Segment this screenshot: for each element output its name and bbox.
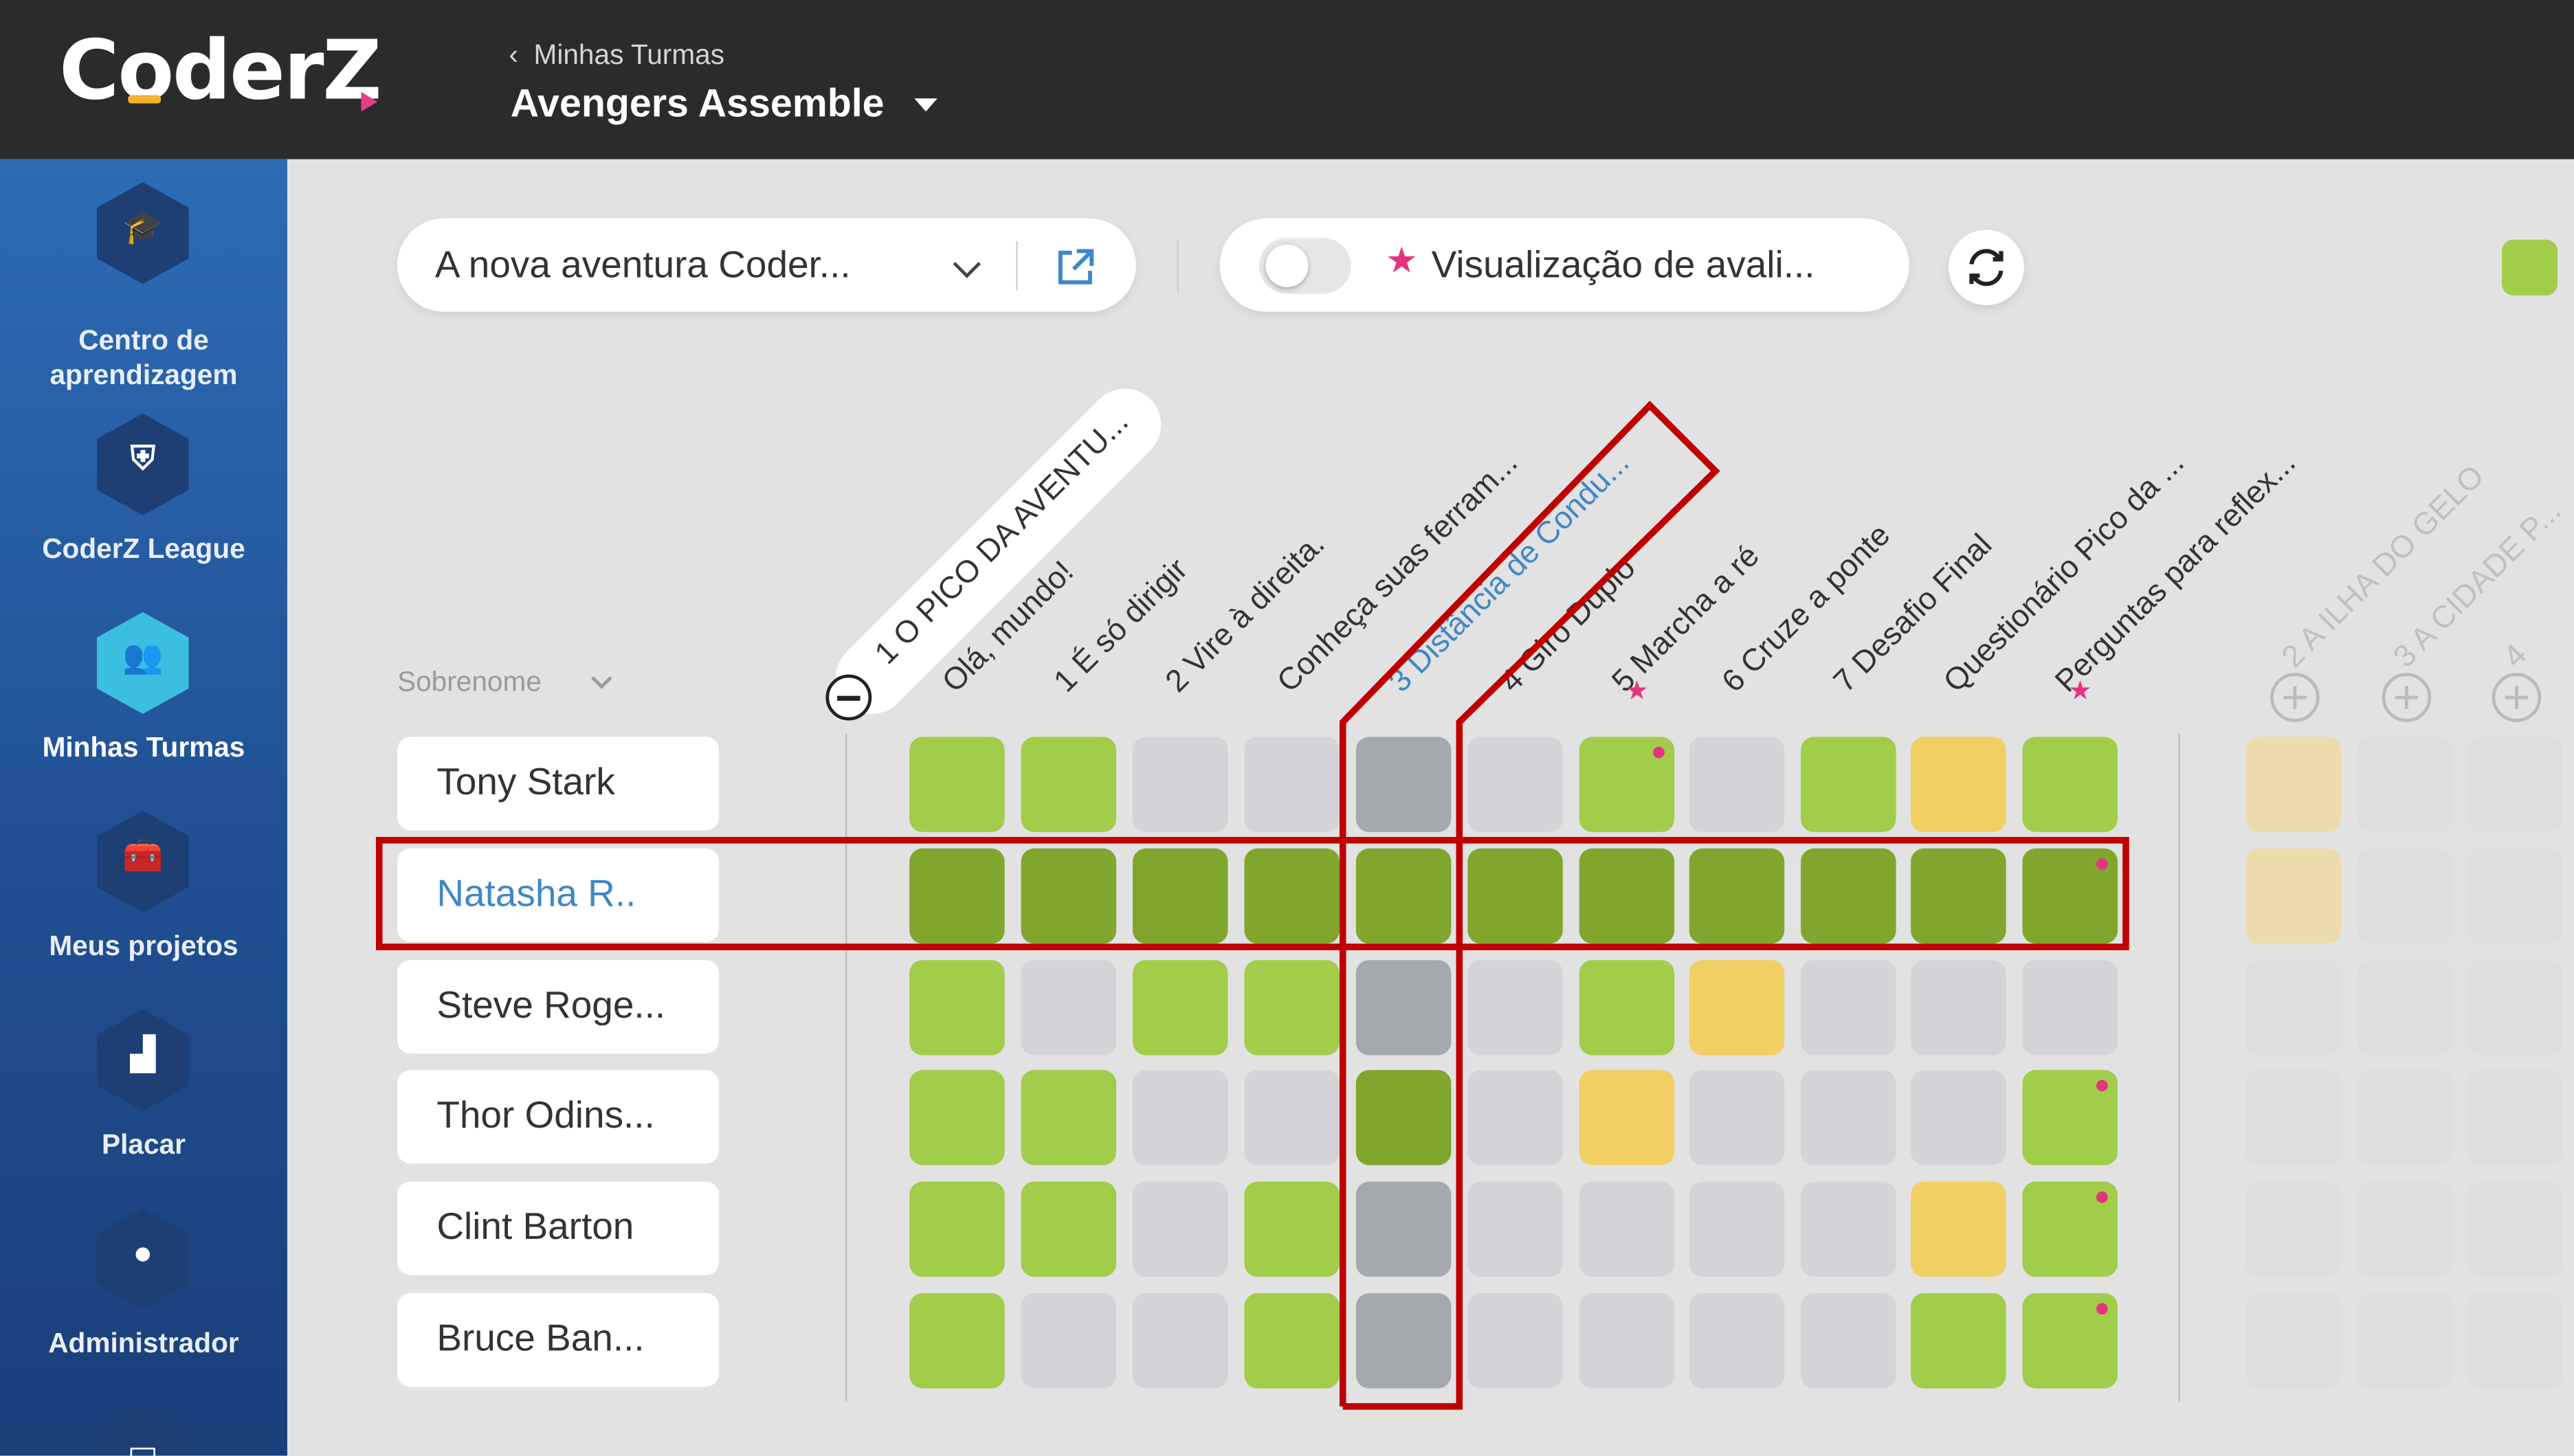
highlight-column-outline (1339, 401, 1720, 1410)
app-window: CoderZ ‹ Minhas Turmas Avengers Assemble… (0, 0, 2574, 1456)
